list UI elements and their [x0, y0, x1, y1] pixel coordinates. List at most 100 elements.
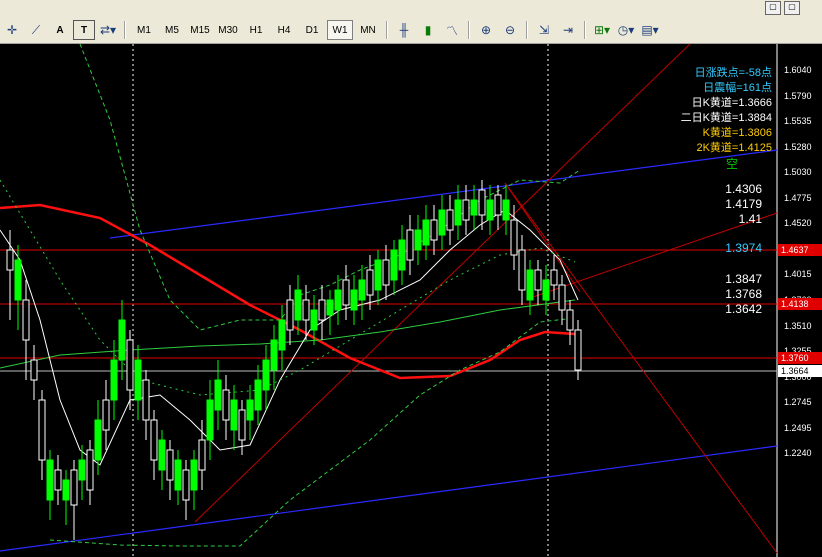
candle-body — [438, 209, 446, 236]
candle-body — [526, 269, 534, 301]
candle-body — [206, 399, 214, 441]
candle-body — [174, 459, 182, 491]
timeframe-m1[interactable]: M1 — [131, 20, 157, 40]
candle-body — [22, 299, 30, 341]
toolbar-separator — [584, 21, 586, 39]
price-axis-label: 1.5030 — [784, 167, 812, 178]
timeframe-h1[interactable]: H1 — [243, 20, 269, 40]
candle-body — [62, 479, 70, 501]
text-label-tool-button[interactable]: T — [73, 20, 95, 40]
bar-chart-icon[interactable]: ╫ — [393, 20, 415, 40]
candle-body — [302, 299, 310, 321]
price-axis-label: 1.5280 — [784, 141, 812, 152]
candle-body — [334, 289, 342, 311]
candle-body — [254, 379, 262, 411]
candle-body — [238, 409, 246, 441]
candle-body — [166, 449, 174, 481]
window-restore-icon[interactable]: ▢ — [765, 1, 781, 15]
candle-body — [230, 399, 238, 431]
templates-icon[interactable]: ▤▾ — [639, 20, 661, 40]
candle-body — [78, 459, 86, 481]
candle-body — [318, 299, 326, 321]
timeframe-m30[interactable]: M30 — [215, 20, 241, 40]
candle-body — [46, 459, 54, 501]
info-line: 日涨跌点=-58点 — [694, 67, 772, 79]
candle-body — [358, 279, 366, 301]
line-chart-icon[interactable]: 〽 — [441, 20, 463, 40]
channel-lower-line — [0, 445, 778, 552]
level-label: 1.3847 — [725, 272, 762, 286]
toolbar-row: ✛ ⟋ A T ⇄▾ M1 M5 M15 M30 H1 H4 D1 W1 MN … — [0, 18, 662, 42]
candle-body — [558, 284, 566, 311]
candle-body — [390, 249, 398, 281]
candle-body — [286, 299, 294, 331]
info-line: 日K黄道=1.3666 — [691, 97, 772, 109]
candle-body — [86, 449, 94, 491]
candle-body — [350, 289, 358, 311]
line-tool-icon[interactable]: ⟋ — [25, 20, 47, 40]
timeframe-h4[interactable]: H4 — [271, 20, 297, 40]
toolbar-separator — [526, 21, 528, 39]
window-maximize-icon[interactable]: ▢ — [784, 1, 800, 15]
candle-body — [246, 399, 254, 421]
trendline — [504, 182, 778, 554]
zoom-in-icon[interactable]: ⊕ — [475, 20, 497, 40]
level-label: 1.3642 — [725, 302, 762, 316]
timeframe-m15[interactable]: M15 — [187, 20, 213, 40]
price-axis-label: 1.4775 — [784, 192, 812, 203]
candle-body — [310, 309, 318, 331]
candle-body — [222, 389, 230, 421]
price-axis-label: 1.4015 — [784, 269, 812, 280]
candle-body — [534, 269, 542, 291]
candle-body — [502, 199, 510, 221]
price-tag: 1.3664 — [778, 365, 822, 377]
candle-body — [478, 189, 486, 216]
candle-body — [94, 419, 102, 461]
candle-body — [158, 439, 166, 471]
candle-body — [214, 379, 222, 411]
info-line: 空 — [726, 157, 739, 171]
candle-body — [6, 249, 14, 271]
candle-body — [118, 319, 126, 361]
trendline — [194, 44, 691, 523]
timeframe-mn[interactable]: MN — [355, 20, 381, 40]
price-tag: 1.4138 — [778, 298, 822, 310]
toolbar: ▢ ▢ ✛ ⟋ A T ⇄▾ M1 M5 M15 M30 H1 H4 D1 W1… — [0, 0, 822, 44]
candle-body — [422, 219, 430, 246]
top-toolbar-strip: ▢ ▢ — [0, 0, 822, 16]
candle-body — [142, 379, 150, 421]
timeframe-w1[interactable]: W1 — [327, 20, 353, 40]
candle-body — [126, 339, 134, 391]
periods-clock-icon[interactable]: ◷▾ — [615, 20, 637, 40]
toolbar-separator — [468, 21, 470, 39]
info-line: K黄道=1.3806 — [702, 127, 772, 139]
candle-body — [566, 309, 574, 331]
bollinger-upper — [79, 44, 581, 331]
candle-body — [38, 399, 46, 461]
indicators-icon[interactable]: ⊞▾ — [591, 20, 613, 40]
toolbar-separator — [124, 21, 126, 39]
candle-body — [30, 359, 38, 381]
candle-body — [70, 469, 78, 506]
text-tool-button[interactable]: A — [49, 20, 71, 40]
arrows-dropdown-icon[interactable]: ⇄▾ — [97, 20, 119, 40]
zoom-out-icon[interactable]: ⊖ — [499, 20, 521, 40]
candle-body — [446, 209, 454, 231]
price-axis-label: 1.2240 — [784, 448, 812, 459]
candle-body — [190, 459, 198, 491]
chart-shift-icon[interactable]: ⇥ — [557, 20, 579, 40]
candle-body — [150, 419, 158, 461]
candle-body — [294, 289, 302, 321]
candle-body — [134, 359, 142, 401]
candle-body — [342, 279, 350, 306]
autoscroll-icon[interactable]: ⇲ — [533, 20, 555, 40]
crosshair-icon[interactable]: ✛ — [1, 20, 23, 40]
moving-average-red — [0, 203, 576, 380]
timeframe-m5[interactable]: M5 — [159, 20, 185, 40]
candlestick-icon[interactable]: ▮ — [417, 20, 439, 40]
candle-body — [366, 269, 374, 296]
candle-body — [198, 439, 206, 471]
level-label: 1.41 — [738, 212, 762, 226]
candle-body — [406, 229, 414, 261]
timeframe-d1[interactable]: D1 — [299, 20, 325, 40]
